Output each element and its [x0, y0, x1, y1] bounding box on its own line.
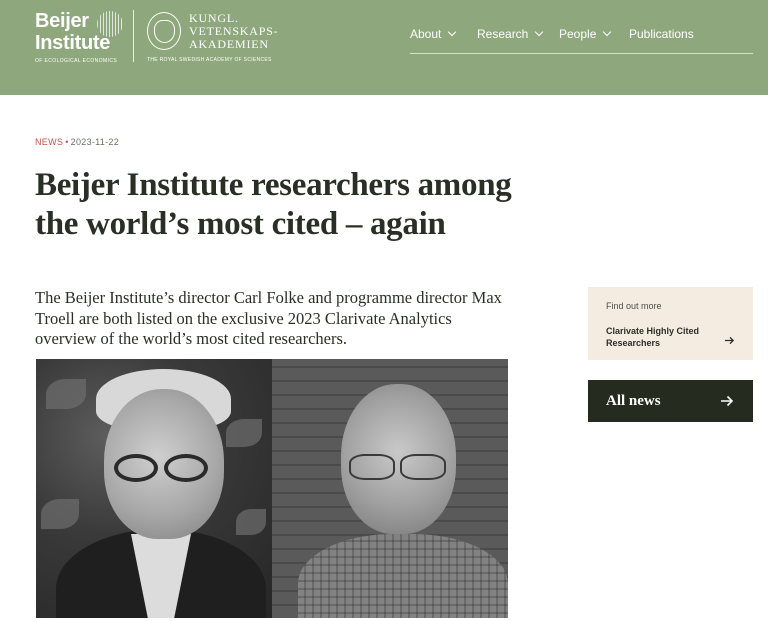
- arrow-right-icon: [721, 395, 734, 407]
- globe-icon: [97, 11, 123, 37]
- nav-underline: [410, 53, 753, 54]
- photo-shirt-right: [298, 534, 508, 618]
- site-header: Beijer Institute OF ECOLOGICAL ECONOMICS…: [0, 0, 768, 95]
- nav-item-about[interactable]: About: [410, 27, 457, 41]
- academy-seal-icon: [147, 12, 181, 50]
- article-lead: The Beijer Institute’s director Carl Fol…: [35, 288, 502, 348]
- photo-leaf: [46, 379, 86, 409]
- arrow-right-icon[interactable]: [724, 335, 735, 346]
- find-out-more-card: Find out more Clarivate Highly Cited Res…: [588, 287, 753, 360]
- article-meta: NEWS • 2023-11-22: [35, 137, 119, 147]
- article-title: Beijer Institute researchers among the w…: [35, 167, 512, 242]
- photo-glasses-left: [164, 454, 208, 482]
- chevron-down-icon: [603, 27, 612, 37]
- article-category[interactable]: NEWS: [35, 137, 63, 147]
- find-out-more-label: Find out more: [606, 301, 662, 311]
- beijer-institute-logo[interactable]: Beijer Institute OF ECOLOGICAL ECONOMICS: [35, 10, 135, 66]
- chevron-down-icon: [448, 27, 457, 37]
- photo-glasses-right: [349, 454, 395, 480]
- nav-item-label: People: [559, 27, 597, 41]
- chevron-down-icon: [535, 27, 544, 37]
- royal-academy-logo[interactable]: KUNGL. VETENSKAPS- AKADEMIEN THE ROYAL S…: [147, 12, 287, 68]
- nav-item-research[interactable]: Research: [477, 27, 544, 41]
- nav-item-label: Publications: [629, 27, 694, 41]
- photo-glasses-right: [400, 454, 446, 480]
- academy-subtitle: THE ROYAL SWEDISH ACADEMY OF SCIENCES: [147, 57, 272, 63]
- academy-name-line-3: AKADEMIEN: [189, 37, 269, 51]
- meta-separator: •: [65, 137, 69, 147]
- logo-name: Beijer Institute: [35, 10, 111, 54]
- article-date: 2023-11-22: [70, 137, 120, 147]
- logo-subtitle: OF ECOLOGICAL ECONOMICS: [35, 58, 118, 64]
- all-news-button[interactable]: All news: [588, 380, 753, 422]
- all-news-label: All news: [606, 393, 661, 409]
- nav-item-label: About: [410, 27, 442, 41]
- nav-item-people[interactable]: People: [559, 27, 612, 41]
- photo-leaf: [236, 509, 266, 535]
- photo-glasses-left: [114, 454, 158, 482]
- logo-divider: [133, 10, 134, 62]
- photo-leaf: [226, 419, 262, 447]
- photo-leaf: [41, 499, 79, 529]
- clarivate-link[interactable]: Clarivate Highly Cited Researchers: [606, 325, 726, 349]
- nav-item-label: Research: [477, 27, 529, 41]
- article-photo: [36, 359, 508, 618]
- nav-item-publications[interactable]: Publications: [629, 27, 694, 41]
